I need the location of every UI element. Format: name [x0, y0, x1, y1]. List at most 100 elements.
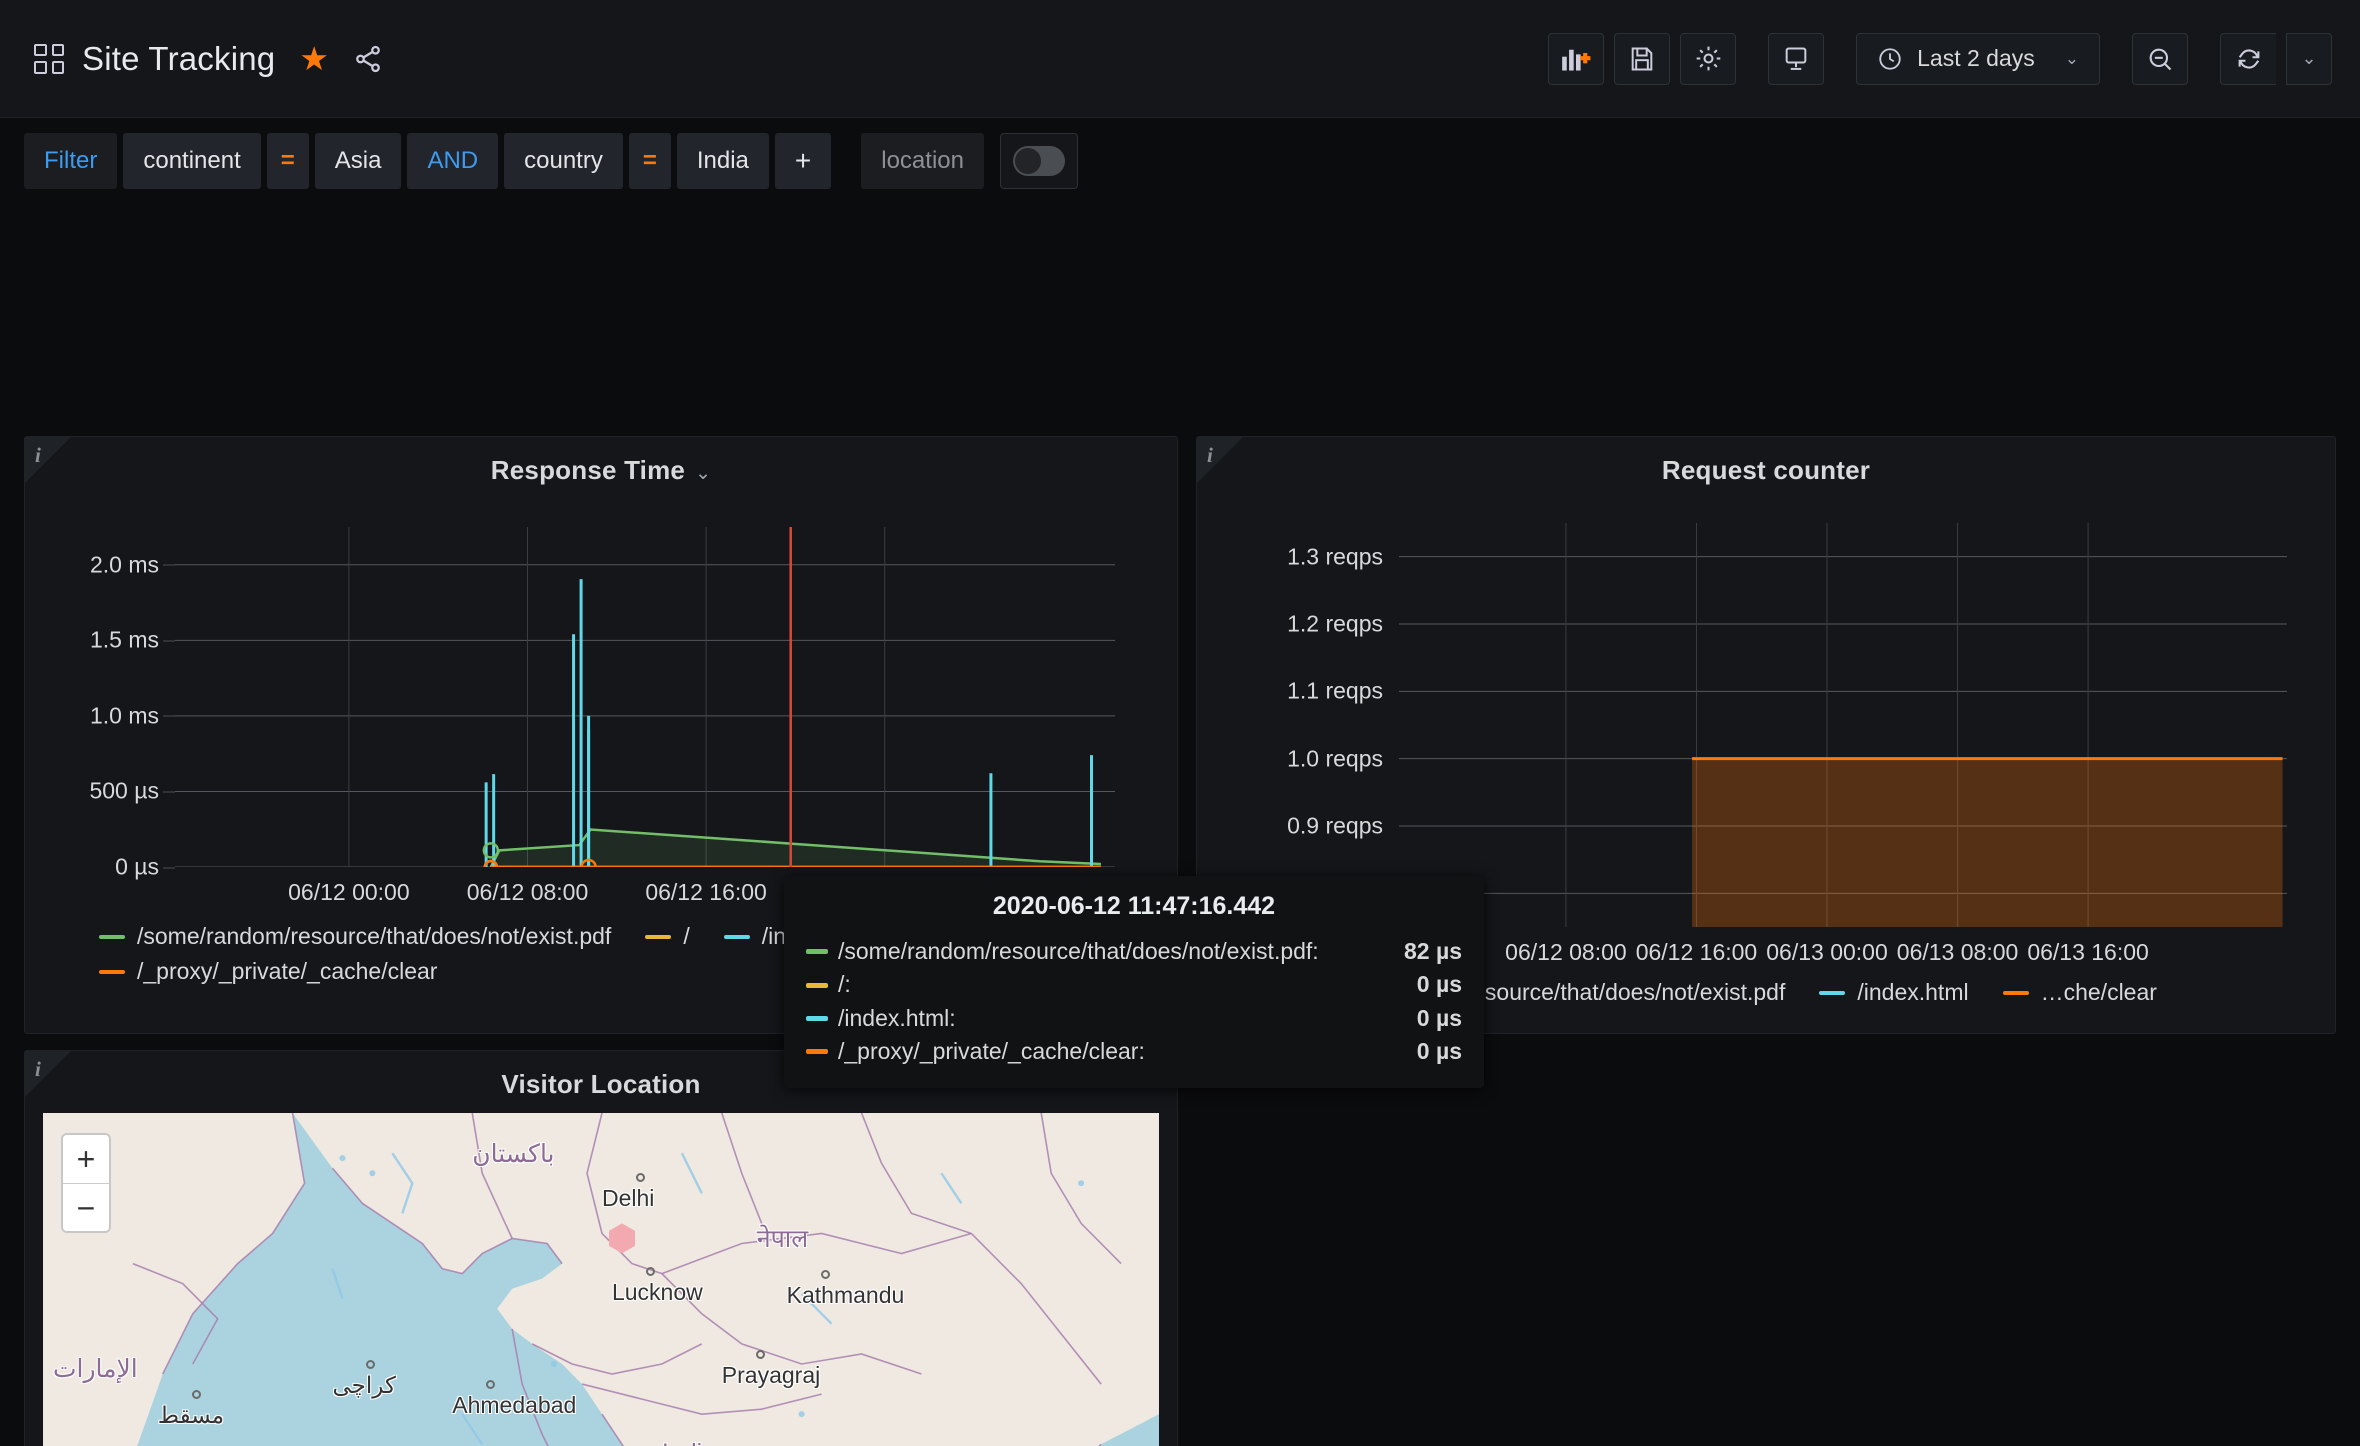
kiosk-mode-button[interactable] [1768, 33, 1824, 85]
map-place-label: Kathmandu [787, 1282, 905, 1309]
time-range-label: Last 2 days [1917, 45, 2035, 72]
refresh-interval-dropdown[interactable]: ⌄ [2286, 33, 2332, 85]
legend-label: /_proxy/_private/_cache/clear [137, 958, 437, 985]
tooltip-color-swatch [806, 1016, 828, 1021]
filter-operator-continent[interactable]: = [267, 133, 309, 189]
legend-item[interactable]: …che/clear [2003, 979, 2157, 1006]
favorite-star-icon[interactable]: ★ [299, 42, 329, 75]
map-place-label: Ahmedabad [452, 1392, 576, 1419]
map-city-dot [366, 1360, 375, 1369]
map-place-label: مسقط [158, 1402, 224, 1429]
legend-item[interactable]: /_proxy/_private/_cache/clear [99, 958, 437, 985]
tooltip-row: /_proxy/_private/_cache/clear: 0 µs [806, 1035, 1462, 1068]
save-dashboard-button[interactable] [1614, 33, 1670, 85]
map-city-dot [821, 1270, 830, 1279]
legend-label: …/resource/that/does/not/exist.pdf [1435, 979, 1785, 1006]
panel-corner-marker [25, 1051, 71, 1097]
map-city-dot [636, 1173, 645, 1182]
legend-color-swatch [99, 970, 125, 974]
tooltip-series-value: 0 µs [1375, 968, 1462, 1001]
y-axis-tick: 1.0 ms [25, 702, 175, 729]
y-axis-tick: 1.2 reqps [1197, 611, 1383, 638]
response-time-plot-area[interactable] [175, 527, 1115, 867]
request-counter-plot-area[interactable] [1399, 523, 2287, 927]
filter-value-india[interactable]: India [677, 133, 769, 189]
map-place-label: كراچى [332, 1372, 395, 1399]
panel-title-response-time[interactable]: Response Time⌄ [25, 437, 1177, 486]
tooltip-series-label: /: [838, 968, 851, 1001]
graph-tooltip: 2020-06-12 11:47:16.442 /some/random/res… [784, 876, 1484, 1088]
filter-key-continent[interactable]: continent [123, 133, 260, 189]
zoom-out-time-button[interactable] [2132, 33, 2188, 85]
legend-color-swatch [724, 935, 750, 939]
location-toggle-knob [1015, 148, 1041, 174]
filter-label[interactable]: Filter [24, 133, 117, 189]
visitor-location-map[interactable]: باكستانDelhiनेपालLucknowKathmanduPrayagr… [43, 1113, 1159, 1446]
visitor-marker-delhi[interactable] [609, 1223, 635, 1253]
tooltip-series-value: 0 µs [1375, 1035, 1462, 1068]
legend-label: /some/random/resource/that/does/not/exis… [137, 923, 611, 950]
location-toggle-track [1013, 146, 1065, 176]
request-counter-svg [1399, 523, 2287, 927]
legend-item[interactable]: / [645, 923, 689, 950]
panel-visitor-location: i Visitor Location باكستانDelhiनेपालLuck… [24, 1050, 1178, 1446]
map-city-dot [486, 1380, 495, 1389]
dashboard-settings-button[interactable] [1680, 33, 1736, 85]
tooltip-series-label: /some/random/resource/that/does/not/exis… [838, 935, 1319, 968]
x-axis-tick: 06/13 16:00 [2027, 939, 2149, 966]
x-axis-tick: 06/12 08:00 [1505, 939, 1627, 966]
filter-key-country[interactable]: country [504, 133, 623, 189]
tooltip-row: /some/random/resource/that/does/not/exis… [806, 935, 1462, 968]
tooltip-color-swatch [806, 983, 828, 988]
map-zoom-out-button[interactable]: − [63, 1183, 109, 1231]
panel-title-text: Request counter [1662, 455, 1870, 485]
map-label-overlay: باكستانDelhiनेपालLucknowKathmanduPrayagr… [43, 1113, 1159, 1446]
map-city-dot [192, 1390, 201, 1399]
legend-color-swatch [99, 935, 125, 939]
y-axis-tick: 0 µs [25, 854, 175, 881]
panel-corner-marker [25, 437, 71, 483]
panel-corner-marker [1197, 437, 1243, 483]
x-axis-tick: 06/13 08:00 [1897, 939, 2019, 966]
x-axis-tick: 06/12 16:00 [645, 879, 767, 906]
y-axis-tick: 1.0 reqps [1197, 745, 1383, 772]
map-place-label: Prayagraj [722, 1362, 820, 1389]
legend-item[interactable]: /index.html [1819, 979, 1968, 1006]
tooltip-series-list: /some/random/resource/that/does/not/exis… [806, 935, 1462, 1068]
x-axis-tick: 06/12 08:00 [467, 879, 589, 906]
map-place-label: नेपाल [757, 1221, 809, 1255]
add-filter-button[interactable]: + [775, 133, 831, 189]
chevron-down-icon: ⌄ [2065, 49, 2079, 69]
y-axis-tick: 0.9 reqps [1197, 813, 1383, 840]
legend-label: /index.html [1857, 979, 1968, 1006]
refresh-dashboard-button[interactable] [2220, 33, 2276, 85]
refresh-control-group: ⌄ [2220, 33, 2332, 85]
panel-title-request-counter[interactable]: Request counter [1197, 437, 2335, 486]
dashboard-identity: Site Tracking ★ [34, 40, 383, 78]
chevron-down-icon: ⌄ [695, 463, 711, 484]
x-axis-tick: 06/12 00:00 [288, 879, 410, 906]
legend-color-swatch [1819, 991, 1845, 995]
filter-operator-country[interactable]: = [629, 133, 671, 189]
add-panel-button[interactable] [1548, 33, 1604, 85]
panel-description-icon[interactable]: i [35, 1057, 41, 1082]
tooltip-row: /index.html:0 µs [806, 1002, 1462, 1035]
legend-color-swatch [2003, 991, 2029, 995]
tooltip-color-swatch [806, 1049, 828, 1054]
y-axis-tick: 500 µs [25, 778, 175, 805]
panel-title-text: Visitor Location [501, 1069, 700, 1099]
dashboard-toolbar: Last 2 days ⌄ ⌄ [1548, 33, 2332, 85]
tooltip-series-label: /_proxy/_private/_cache/clear: [838, 1035, 1145, 1068]
dashboard-grid-icon[interactable] [34, 44, 64, 74]
location-toggle[interactable] [1000, 133, 1078, 189]
time-range-picker[interactable]: Last 2 days ⌄ [1856, 33, 2100, 85]
x-axis-tick: 06/13 00:00 [1766, 939, 1888, 966]
legend-label: …che/clear [2041, 979, 2157, 1006]
location-variable-label: location [861, 133, 984, 189]
panel-description-icon[interactable]: i [35, 443, 41, 468]
filter-value-asia[interactable]: Asia [315, 133, 402, 189]
share-icon[interactable] [353, 44, 383, 74]
panel-description-icon[interactable]: i [1207, 443, 1213, 468]
legend-item[interactable]: /some/random/resource/that/does/not/exis… [99, 923, 611, 950]
map-zoom-in-button[interactable]: + [63, 1135, 109, 1183]
